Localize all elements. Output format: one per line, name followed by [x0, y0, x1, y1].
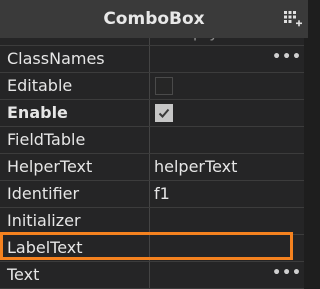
- property-value[interactable]: helperText: [154, 154, 304, 180]
- property-panel: ComboBox Actions <empty> ClassNames: [0, 0, 308, 289]
- panel-title: ComboBox: [103, 9, 205, 29]
- column-divider: [149, 262, 150, 288]
- property-name: Editable: [7, 76, 73, 95]
- grid-add-icon[interactable]: [283, 9, 303, 29]
- property-row-enable[interactable]: Enable: [0, 100, 308, 127]
- property-row-classnames[interactable]: ClassNames •••: [0, 46, 308, 73]
- property-name: HelperText: [7, 157, 93, 176]
- column-divider: [149, 235, 150, 261]
- property-name: Text: [7, 265, 40, 284]
- property-name: ClassNames: [7, 49, 105, 68]
- column-divider: [149, 154, 150, 180]
- column-divider: [149, 73, 150, 99]
- enable-checkbox[interactable]: [155, 104, 173, 122]
- property-row-editable[interactable]: Editable: [0, 73, 308, 100]
- property-row-helpertext[interactable]: HelperText helperText: [0, 154, 308, 181]
- ellipsis-button[interactable]: •••: [272, 46, 302, 72]
- property-name: Initializer: [7, 211, 81, 230]
- property-name: Identifier: [7, 184, 80, 203]
- property-value[interactable]: [154, 208, 304, 234]
- property-name: LabelText: [7, 238, 83, 257]
- column-divider: [149, 100, 150, 126]
- property-value[interactable]: f1: [154, 181, 304, 207]
- ellipsis-button[interactable]: •••: [272, 262, 302, 288]
- property-value[interactable]: [154, 235, 304, 261]
- property-row-fieldtable[interactable]: FieldTable: [0, 127, 308, 154]
- property-row-text[interactable]: Text •••: [0, 262, 308, 289]
- column-divider: [149, 208, 150, 234]
- scrollbar-track[interactable]: [304, 38, 308, 289]
- column-divider: [149, 46, 150, 72]
- property-name: FieldTable: [7, 130, 86, 149]
- property-row-initializer[interactable]: Initializer: [0, 208, 308, 235]
- column-divider: [149, 181, 150, 207]
- property-row-labeltext[interactable]: LabelText: [0, 235, 308, 262]
- checkmark-icon: [158, 108, 170, 118]
- column-divider: [149, 127, 150, 153]
- property-grid: Actions <empty> ClassNames ••• Editable …: [0, 19, 308, 289]
- editable-checkbox[interactable]: [155, 77, 173, 95]
- panel-header: ComboBox: [0, 0, 308, 38]
- property-name: Enable: [7, 103, 68, 122]
- property-value[interactable]: [154, 127, 304, 153]
- property-row-identifier[interactable]: Identifier f1: [0, 181, 308, 208]
